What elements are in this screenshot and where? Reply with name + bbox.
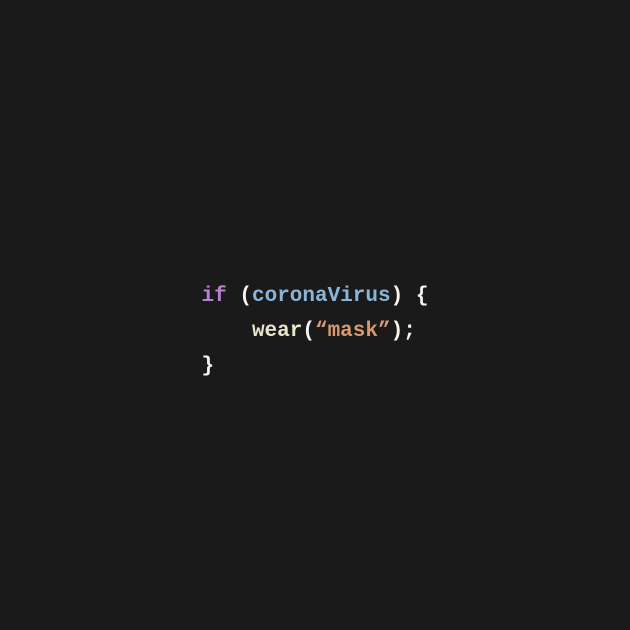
open-brace: { bbox=[416, 285, 429, 308]
space bbox=[227, 285, 240, 308]
close-brace: } bbox=[202, 355, 215, 378]
space bbox=[403, 285, 416, 308]
string-open-quote: “ bbox=[315, 320, 328, 343]
string-value: mask bbox=[328, 320, 378, 343]
condition-variable: coronaVirus bbox=[252, 285, 391, 308]
func-open-paren: ( bbox=[302, 320, 315, 343]
func-close-paren: ) bbox=[391, 320, 404, 343]
close-paren: ) bbox=[391, 285, 404, 308]
function-name: wear bbox=[252, 320, 302, 343]
code-snippet: if (coronaVirus) { wear(“mask”); } bbox=[202, 246, 429, 385]
string-close-quote: ” bbox=[378, 320, 391, 343]
open-paren: ( bbox=[239, 285, 252, 308]
keyword-if: if bbox=[202, 285, 227, 308]
semicolon: ; bbox=[403, 320, 416, 343]
